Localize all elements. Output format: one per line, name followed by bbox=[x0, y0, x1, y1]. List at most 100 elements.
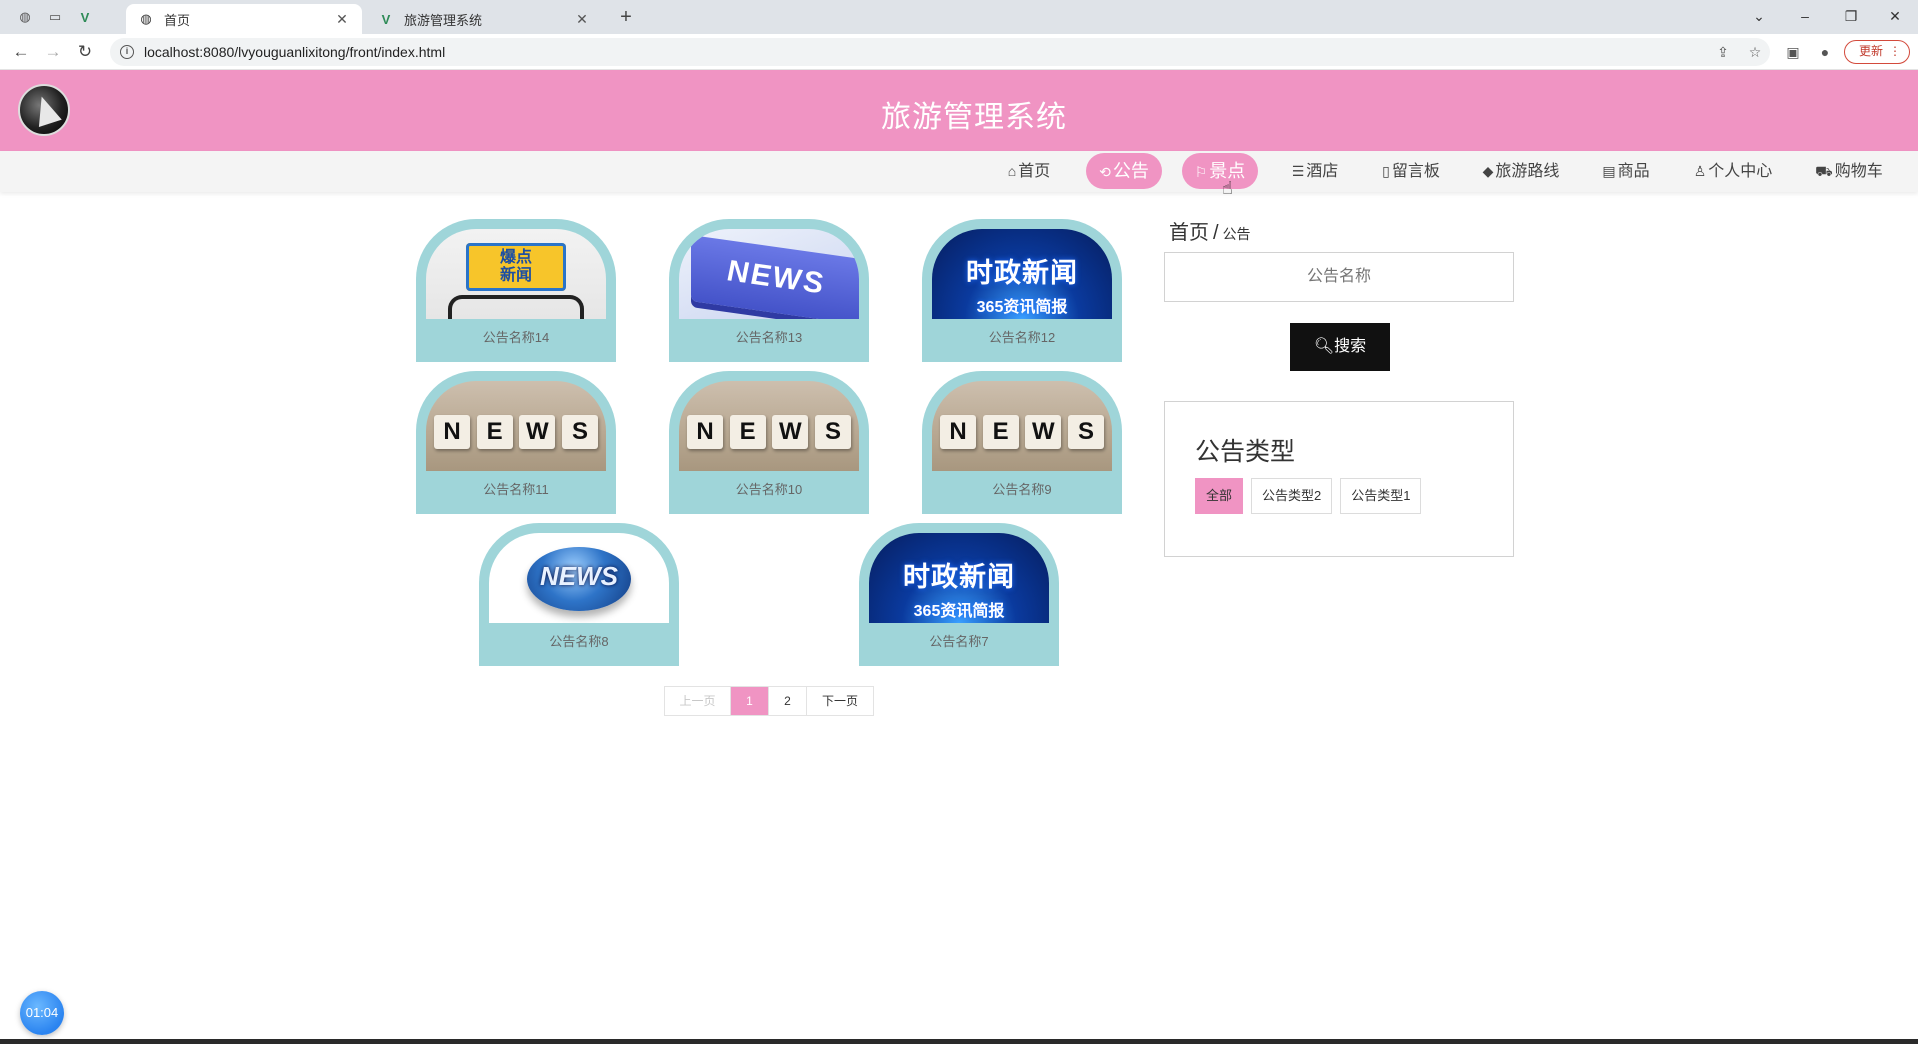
notice-card[interactable]: 爆点 新闻 公告名称14 bbox=[416, 219, 616, 362]
notice-title[interactable]: 公告名称7 bbox=[859, 631, 1059, 650]
page-2-button[interactable]: 2 bbox=[769, 687, 807, 715]
tab-home[interactable]: ◍ 首页 ✕ bbox=[126, 4, 362, 34]
window-close-icon[interactable]: ✕ bbox=[1872, 4, 1918, 28]
site-title: 旅游管理系统 bbox=[881, 101, 1067, 134]
type-filter-all[interactable]: 全部 bbox=[1195, 478, 1244, 514]
tab-search-icon[interactable]: ⌄ bbox=[1736, 4, 1782, 28]
notice-image[interactable]: N E W S bbox=[426, 381, 606, 471]
nav-label: 购物车 bbox=[1834, 163, 1883, 180]
nav-hotel[interactable]: ☰ 酒店 bbox=[1286, 153, 1344, 189]
doc-icon: ▤ bbox=[1602, 163, 1616, 179]
thumb-subtext: 365资讯简报 bbox=[976, 299, 1068, 316]
thumb-text: 时政新闻 bbox=[966, 258, 1078, 288]
nav-goods[interactable]: ▤ 商品 bbox=[1598, 153, 1654, 189]
home-icon: ⌂ bbox=[1007, 163, 1017, 179]
type-filter-1[interactable]: 公告类型1 bbox=[1340, 478, 1422, 514]
notice-image[interactable]: N E W S bbox=[679, 381, 859, 471]
type-filter-2[interactable]: 公告类型2 bbox=[1251, 478, 1333, 514]
forward-icon[interactable]: → bbox=[40, 40, 66, 64]
nav-label: 酒店 bbox=[1306, 163, 1339, 180]
tab-system[interactable]: V 旅游管理系统 ✕ bbox=[366, 4, 602, 34]
die-letter: N bbox=[687, 415, 723, 449]
address-bar-row: ← → ↻ i localhost:8080/lvyouguanlixitong… bbox=[0, 34, 1918, 70]
nav-routes[interactable]: ◆ 旅游路线 bbox=[1478, 153, 1564, 189]
recording-timer[interactable]: 01:04 bbox=[20, 991, 64, 1035]
sliders-icon: ☰ bbox=[1291, 163, 1305, 179]
breadcrumb-separator: / bbox=[1213, 222, 1219, 244]
notice-image[interactable]: N E W S bbox=[932, 381, 1112, 471]
nav-label: 个人中心 bbox=[1708, 163, 1773, 180]
nav-label: 公告 bbox=[1112, 161, 1149, 181]
star-icon[interactable]: ☆ bbox=[1746, 43, 1764, 61]
breadcrumb: 首页 / 公告 bbox=[1169, 216, 1251, 245]
nav-profile[interactable]: ♙ 个人中心 bbox=[1690, 153, 1776, 189]
notice-card[interactable]: NEWS 公告名称13 bbox=[669, 219, 869, 362]
globe-icon[interactable]: ◍ bbox=[12, 6, 38, 28]
die-letter: N bbox=[940, 415, 976, 449]
notice-card[interactable]: N E W S 公告名称9 bbox=[922, 371, 1122, 514]
blank-tab-icon[interactable]: ▭ bbox=[42, 6, 68, 28]
url-text: localhost:8080/lvyouguanlixitong/front/i… bbox=[144, 44, 446, 60]
new-tab-button[interactable]: + bbox=[614, 6, 638, 28]
pagination: 上一页 1 2 下一页 bbox=[664, 686, 874, 716]
notice-title[interactable]: 公告名称10 bbox=[669, 479, 869, 498]
nav-home[interactable]: ⌂ 首页 bbox=[1002, 153, 1056, 189]
thumb-text: NEWS bbox=[540, 561, 618, 591]
back-icon[interactable]: ← bbox=[8, 40, 34, 64]
nav-cart[interactable]: ⛟ 购物车 bbox=[1814, 153, 1884, 189]
thumb-text: NEWS bbox=[727, 254, 825, 301]
sidepanel-icon[interactable]: ▣ bbox=[1784, 43, 1802, 61]
notice-title[interactable]: 公告名称8 bbox=[479, 631, 679, 650]
notice-type-title: 公告类型 bbox=[1195, 438, 1296, 466]
breadcrumb-current: 公告 bbox=[1222, 226, 1251, 242]
die-letter: W bbox=[1025, 415, 1062, 449]
notice-image[interactable]: 时政新闻 365资讯简报 bbox=[869, 533, 1049, 623]
notice-title[interactable]: 公告名称14 bbox=[416, 327, 616, 346]
close-icon[interactable]: ✕ bbox=[334, 11, 350, 28]
minimize-icon[interactable]: – bbox=[1782, 4, 1828, 28]
notice-title[interactable]: 公告名称9 bbox=[922, 479, 1122, 498]
nav-message-board[interactable]: ▯ 留言板 bbox=[1374, 153, 1448, 189]
reload-icon[interactable]: ↻ bbox=[72, 40, 98, 64]
site-header: 旅游管理系统 bbox=[0, 70, 1918, 151]
vue-icon[interactable]: V bbox=[72, 6, 98, 28]
restore-icon[interactable]: ❐ bbox=[1828, 4, 1874, 28]
info-icon[interactable]: i bbox=[120, 45, 134, 59]
globe-icon: ◍ bbox=[140, 11, 152, 26]
notice-image[interactable]: 时政新闻 365资讯简报 bbox=[932, 229, 1112, 319]
notice-name-search-input[interactable] bbox=[1164, 252, 1514, 302]
nav-attractions[interactable]: ⚐ 景点 bbox=[1182, 153, 1258, 189]
notice-image[interactable]: NEWS bbox=[679, 229, 859, 319]
book-icon: ▯ bbox=[1382, 163, 1390, 179]
nav-label: 旅游路线 bbox=[1495, 163, 1560, 180]
close-icon[interactable]: ✕ bbox=[574, 11, 590, 28]
notice-card[interactable]: 时政新闻 365资讯简报 公告名称7 bbox=[859, 523, 1059, 666]
prev-page-button[interactable]: 上一页 bbox=[665, 687, 731, 715]
search-button[interactable]: 🔍︎搜索 bbox=[1290, 323, 1390, 371]
notice-image[interactable]: 爆点 新闻 bbox=[426, 229, 606, 319]
profile-icon[interactable]: ● bbox=[1816, 43, 1834, 61]
notice-card[interactable]: N E W S 公告名称10 bbox=[669, 371, 869, 514]
notice-title[interactable]: 公告名称13 bbox=[669, 327, 869, 346]
die-letter: N bbox=[434, 415, 470, 449]
notice-card[interactable]: NEWS 公告名称8 bbox=[479, 523, 679, 666]
notice-title[interactable]: 公告名称12 bbox=[922, 327, 1122, 346]
breadcrumb-home[interactable]: 首页 bbox=[1169, 222, 1209, 244]
flag-icon: ⚐ bbox=[1194, 164, 1208, 180]
next-page-button[interactable]: 下一页 bbox=[807, 687, 873, 715]
notice-card[interactable]: N E W S 公告名称11 bbox=[416, 371, 616, 514]
nav-notice[interactable]: ⟲ 公告 bbox=[1086, 153, 1162, 189]
die-letter: W bbox=[772, 415, 809, 449]
more-icon: ⋮ bbox=[1889, 44, 1901, 58]
tab-title: 旅游管理系统 bbox=[404, 12, 483, 28]
page-1-button[interactable]: 1 bbox=[731, 687, 769, 715]
thumb-text: 时政新闻 bbox=[903, 562, 1015, 592]
thumb-text: 爆点 新闻 bbox=[499, 249, 532, 284]
url-field[interactable]: i localhost:8080/lvyouguanlixitong/front… bbox=[110, 38, 1770, 66]
refresh-icon: ⟲ bbox=[1099, 164, 1111, 180]
notice-title[interactable]: 公告名称11 bbox=[416, 479, 616, 498]
notice-image[interactable]: NEWS bbox=[489, 533, 669, 623]
update-button[interactable]: 更新 ⋮ bbox=[1844, 40, 1910, 64]
share-icon[interactable]: ⇪ bbox=[1714, 43, 1732, 61]
notice-card[interactable]: 时政新闻 365资讯简报 公告名称12 bbox=[922, 219, 1122, 362]
